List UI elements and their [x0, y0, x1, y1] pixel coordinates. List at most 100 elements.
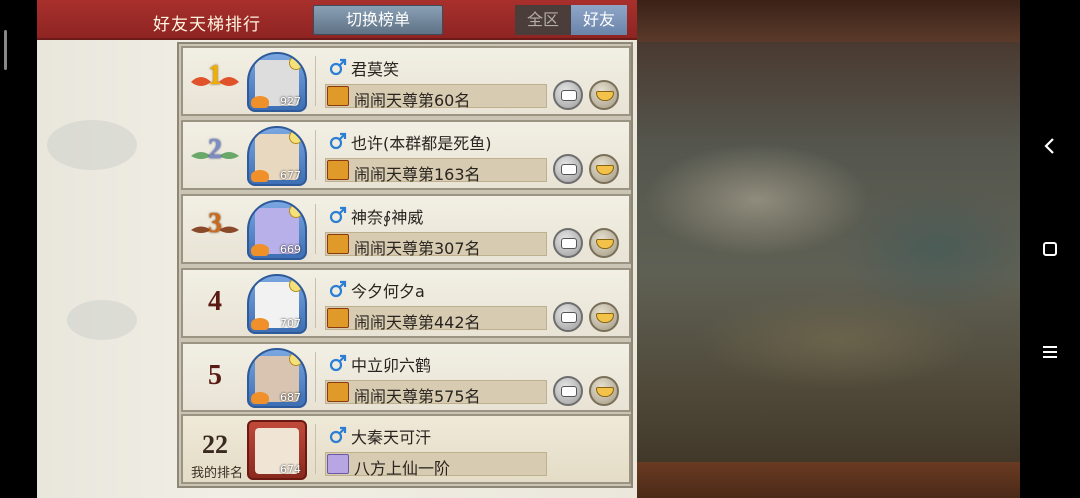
rank-number: 4	[208, 286, 222, 317]
my-rank-row[interactable]: 22 我的排名 674 大秦天可汗 八方上仙一阶	[181, 414, 631, 484]
avatar[interactable]: 669	[247, 200, 307, 260]
bowl-gift-icon	[596, 239, 614, 249]
rank-area: 4	[183, 270, 247, 336]
switch-leaderboard-button[interactable]: 切换榜单	[313, 5, 443, 35]
ladder-title: 闹闹天尊第307名	[325, 232, 547, 258]
tab-all-server[interactable]: 全区	[515, 5, 571, 35]
chat-button[interactable]	[553, 376, 583, 406]
tab-friends[interactable]: 好友	[571, 5, 627, 35]
flame-icon	[251, 318, 269, 330]
background-scenery	[637, 0, 1020, 498]
vip-badge-icon	[289, 278, 303, 292]
player-name: 今夕何夕a	[351, 282, 425, 301]
ladder-title: 闹闹天尊第163名	[325, 158, 547, 184]
divider	[315, 204, 316, 254]
rank-number: 3	[208, 208, 222, 239]
male-icon	[329, 354, 347, 372]
power-value: 687	[280, 391, 301, 404]
decor-cloud	[67, 300, 137, 340]
left-system-strip	[0, 0, 37, 498]
player-name: 君莫笑	[351, 60, 400, 79]
ranking-row[interactable]: 5 687 中立卯六鹤 闹闹天尊第575名	[181, 342, 631, 412]
bowl-gift-icon	[596, 91, 614, 101]
ladder-badge-icon	[327, 382, 349, 402]
ranking-row[interactable]: 1 927 君莫笑 闹闹天尊第60名	[181, 46, 631, 116]
immortal-badge-icon	[327, 454, 349, 474]
avatar[interactable]: 677	[247, 126, 307, 186]
male-icon	[329, 280, 347, 298]
gift-button[interactable]	[589, 302, 619, 332]
my-rank-label: 我的排名	[190, 466, 243, 481]
ladder-title-text: 闹闹天尊第307名	[354, 239, 481, 258]
ladder-title: 闹闹天尊第575名	[325, 380, 547, 406]
ladder-title: 闹闹天尊第60名	[325, 84, 547, 110]
panel-header: 好友天梯排行 切换榜单 全区 好友	[37, 0, 637, 40]
player-name: 中立卯六鹤	[351, 356, 432, 375]
vip-badge-icon	[289, 352, 303, 366]
divider	[315, 352, 316, 402]
rank-number: 2	[208, 134, 222, 165]
power-value: 927	[280, 95, 301, 108]
chat-icon	[561, 164, 577, 175]
scenery-roof	[637, 0, 1020, 42]
flame-icon	[251, 170, 269, 182]
avatar[interactable]: 707	[247, 274, 307, 334]
chat-button[interactable]	[553, 80, 583, 110]
ladder-title-text: 闹闹天尊第442名	[354, 313, 481, 332]
flame-icon	[251, 244, 269, 256]
home-icon[interactable]	[1035, 234, 1065, 264]
chat-button[interactable]	[553, 302, 583, 332]
gift-button[interactable]	[589, 154, 619, 184]
flame-icon	[251, 392, 269, 404]
vip-badge-icon	[289, 130, 303, 144]
game-screen: 好友天梯排行 切换榜单 全区 好友 1 927 君莫笑 闹闹天尊第60名 2 6…	[37, 0, 1020, 498]
male-icon	[329, 426, 347, 444]
male-icon	[329, 132, 347, 150]
chat-icon	[561, 312, 577, 323]
chat-button[interactable]	[553, 154, 583, 184]
ranking-row[interactable]: 2 677 也许(本群都是死鱼) 闹闹天尊第163名	[181, 120, 631, 190]
ladder-title-text: 八方上仙一阶	[354, 459, 451, 478]
rank-area: 3	[183, 196, 247, 262]
avatar[interactable]: 687	[247, 348, 307, 408]
avatar[interactable]: 927	[247, 52, 307, 112]
bowl-gift-icon	[596, 165, 614, 175]
gift-button[interactable]	[589, 376, 619, 406]
player-name: 大秦天可汗	[351, 428, 432, 447]
avatar[interactable]: 674	[247, 420, 307, 480]
ladder-title: 闹闹天尊第442名	[325, 306, 547, 332]
status-indicator	[4, 30, 7, 70]
divider	[315, 278, 316, 328]
chat-icon	[561, 238, 577, 249]
ladder-title-text: 闹闹天尊第575名	[354, 387, 481, 406]
scenery-floor	[637, 462, 1020, 498]
rank-area: 5	[183, 344, 247, 410]
divider	[315, 424, 316, 474]
menu-icon[interactable]	[1035, 337, 1065, 367]
ladder-title-text: 闹闹天尊第60名	[354, 91, 471, 110]
chat-icon	[561, 386, 577, 397]
power-value: 707	[280, 317, 301, 330]
rank-area: 2	[183, 122, 247, 188]
player-name: 神奈∮神威	[351, 208, 424, 227]
gift-button[interactable]	[589, 228, 619, 258]
ladder-badge-icon	[327, 308, 349, 328]
rank-number: 1	[208, 60, 222, 91]
ranking-list[interactable]: 1 927 君莫笑 闹闹天尊第60名 2 677 也许(本群都是死鱼) 闹闹天尊…	[177, 42, 633, 488]
rank-area: 22 我的排名	[183, 416, 247, 482]
ranking-row[interactable]: 3 669 神奈∮神威 闹闹天尊第307名	[181, 194, 631, 264]
my-rank-number: 22	[202, 430, 228, 459]
ladder-title: 八方上仙一阶	[325, 452, 547, 478]
bowl-gift-icon	[596, 313, 614, 323]
rank-area: 1	[183, 48, 247, 114]
back-icon[interactable]	[1035, 131, 1065, 161]
power-value: 677	[280, 169, 301, 182]
gift-button[interactable]	[589, 80, 619, 110]
male-icon	[329, 58, 347, 76]
ranking-row[interactable]: 4 707 今夕何夕a 闹闹天尊第442名	[181, 268, 631, 338]
system-nav-bar	[1020, 0, 1080, 498]
chat-button[interactable]	[553, 228, 583, 258]
power-value: 674	[280, 463, 301, 476]
ladder-badge-icon	[327, 160, 349, 180]
bowl-gift-icon	[596, 387, 614, 397]
